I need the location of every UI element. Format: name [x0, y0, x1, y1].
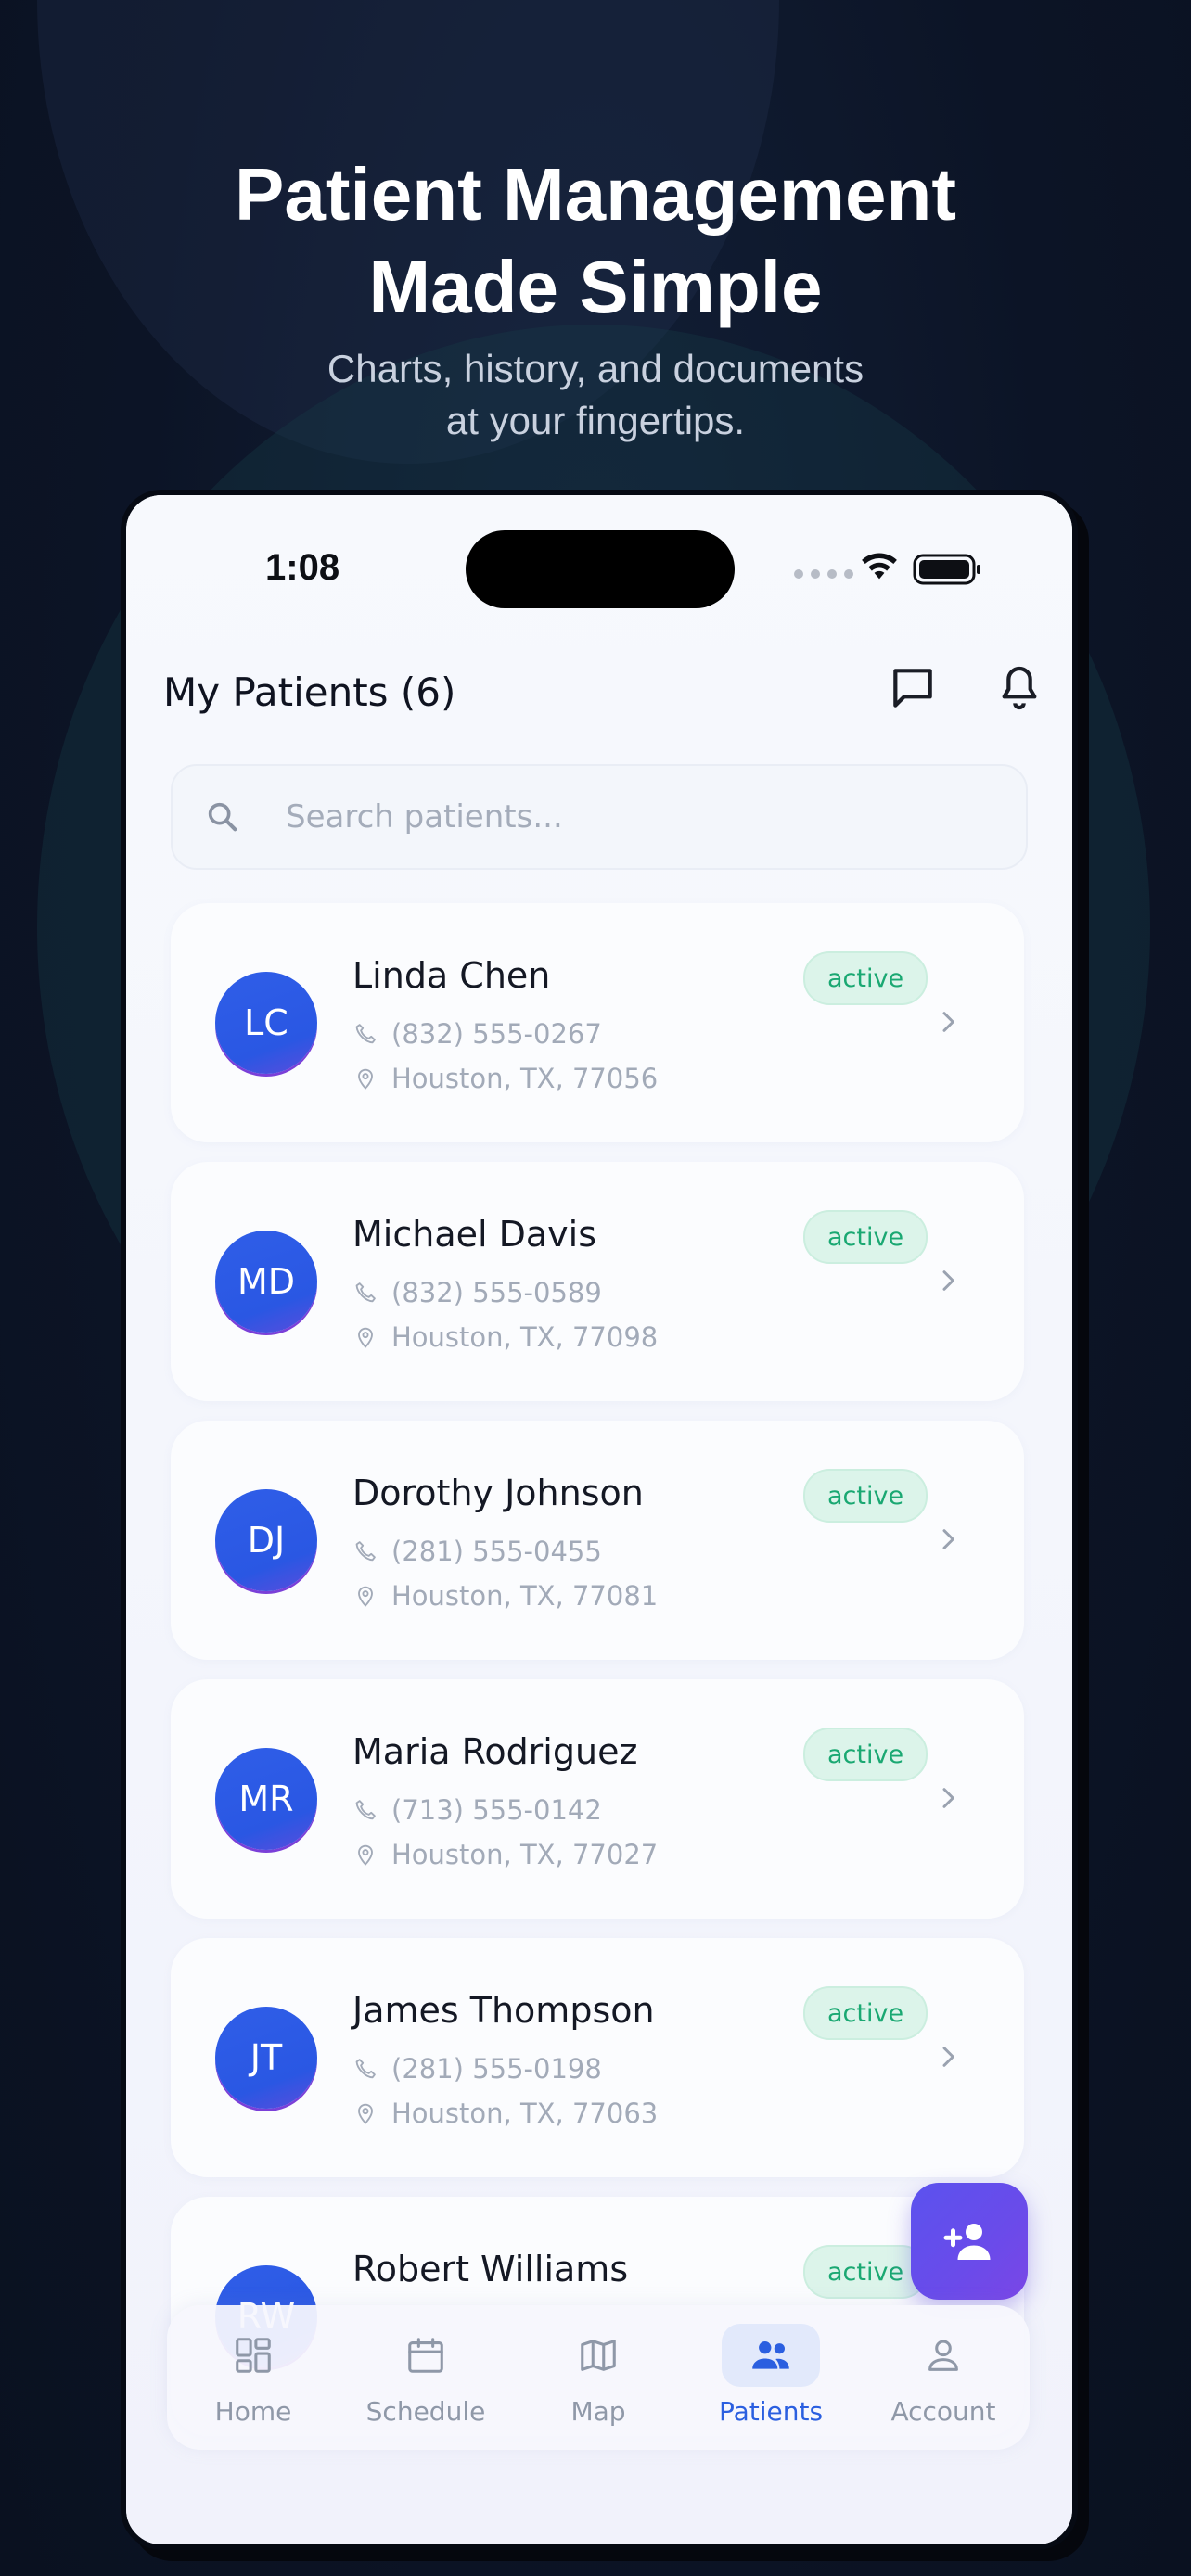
cellular-signal-icon: [794, 569, 853, 579]
search-bar[interactable]: [171, 764, 1028, 870]
phone-frame: 1:08 My Patients (6) LC Linda Chen (832)…: [121, 490, 1078, 2550]
tab-schedule[interactable]: Schedule: [339, 2305, 512, 2450]
status-badge: active: [803, 951, 928, 1005]
location-pin-icon: [358, 1068, 373, 1090]
patient-address-text: Houston, TX, 77081: [391, 1580, 659, 1612]
patient-card[interactable]: LC Linda Chen (832) 555-0267 Houston, TX…: [171, 903, 1024, 1142]
hero-title-line-2: Made Simple: [368, 246, 823, 328]
chevron-right-icon: [942, 1788, 954, 1808]
location-pin-icon: [358, 1327, 373, 1348]
patient-address: Houston, TX, 77081: [352, 1580, 658, 1612]
patient-phone-text: (281) 555-0198: [391, 2053, 602, 2085]
patient-avatar: MD: [215, 1231, 317, 1333]
patient-address: Houston, TX, 77063: [352, 2098, 658, 2129]
person-icon: [928, 2340, 958, 2371]
tab-home[interactable]: Home: [167, 2305, 339, 2450]
search-icon: [208, 802, 237, 832]
patient-address: Houston, TX, 77027: [352, 1839, 658, 1870]
patient-phone-text: (281) 555-0455: [391, 1536, 602, 1567]
dynamic-island: [466, 530, 735, 608]
phone-icon: [355, 1024, 376, 1044]
hero-title: Patient Management Made Simple: [0, 148, 1191, 334]
status-badge: active: [803, 2245, 928, 2299]
patient-card[interactable]: DJ Dorothy Johnson (281) 555-0455 Housto…: [171, 1421, 1024, 1660]
patient-phone: (713) 555-0142: [352, 1794, 602, 1826]
patient-name: Dorothy Johnson: [352, 1473, 644, 1513]
patient-name: Robert Williams: [352, 2249, 629, 2289]
patient-card[interactable]: MD Michael Davis (832) 555-0589 Houston,…: [171, 1162, 1024, 1401]
patient-phone-text: (832) 555-0589: [391, 1277, 602, 1308]
patient-address-text: Houston, TX, 77098: [391, 1321, 659, 1353]
person-add-icon: [943, 2224, 991, 2260]
patient-name: Maria Rodriguez: [352, 1731, 638, 1772]
phone-icon: [355, 1800, 376, 1820]
chevron-right-icon: [942, 1270, 954, 1291]
phone-icon: [355, 1282, 376, 1303]
chevron-right-icon: [942, 1012, 954, 1032]
patient-avatar: JT: [215, 2007, 317, 2109]
patient-avatar: LC: [215, 972, 317, 1074]
patient-address-text: Houston, TX, 77063: [391, 2098, 659, 2129]
status-badge: active: [803, 1986, 928, 2040]
patient-name: Linda Chen: [352, 955, 551, 996]
people-icon: [752, 2341, 789, 2369]
patient-phone: (832) 555-0267: [352, 1018, 602, 1050]
wifi-icon: [862, 553, 897, 580]
phone-icon: [355, 2059, 376, 2079]
calendar-icon: [408, 2338, 443, 2373]
search-input[interactable]: [284, 797, 937, 836]
hero-subtitle-line-1: Charts, history, and documents: [327, 347, 864, 390]
location-pin-icon: [358, 1844, 373, 1866]
status-badge: active: [803, 1728, 928, 1781]
dashboard-icon: [236, 2338, 271, 2373]
tab-account-label: Account: [890, 2396, 996, 2427]
patient-address-text: Houston, TX, 77027: [391, 1839, 659, 1870]
patient-address: Houston, TX, 77056: [352, 1063, 658, 1094]
patient-card[interactable]: MR Maria Rodriguez (713) 555-0142 Housto…: [171, 1679, 1024, 1919]
hero-title-line-1: Patient Management: [235, 153, 956, 236]
notifications-bell-icon[interactable]: [993, 662, 1045, 714]
patient-phone-text: (713) 555-0142: [391, 1794, 602, 1826]
map-icon: [581, 2340, 616, 2371]
chat-icon[interactable]: [887, 662, 939, 714]
patient-avatar: MR: [215, 1748, 317, 1850]
patient-phone-text: (832) 555-0267: [391, 1018, 602, 1050]
hero-subtitle-line-2: at your fingertips.: [445, 399, 746, 442]
status-time: 1:08: [265, 547, 340, 588]
tab-patients[interactable]: Patients: [685, 2305, 857, 2450]
page-title: My Patients (6): [163, 670, 456, 715]
tab-map[interactable]: Map: [512, 2305, 685, 2450]
patient-address-text: Houston, TX, 77056: [391, 1063, 659, 1094]
tab-patients-label: Patients: [718, 2396, 824, 2427]
patient-address: Houston, TX, 77098: [352, 1321, 658, 1353]
add-patient-button[interactable]: [911, 2183, 1028, 2300]
status-badge: active: [803, 1469, 928, 1523]
status-badge: active: [803, 1210, 928, 1264]
tab-schedule-label: Schedule: [365, 2396, 486, 2427]
tab-map-label: Map: [570, 2396, 626, 2427]
location-pin-icon: [358, 1586, 373, 1607]
location-pin-icon: [358, 2103, 373, 2124]
battery-icon: [913, 554, 980, 585]
hero-subtitle: Charts, history, and documents at your f…: [0, 343, 1191, 447]
patient-phone: (832) 555-0589: [352, 1277, 602, 1308]
chevron-right-icon: [942, 1529, 954, 1549]
tab-home-label: Home: [214, 2396, 292, 2427]
patient-phone: (281) 555-0455: [352, 1536, 602, 1567]
bottom-tab-bar: Home Schedule Map Patients Account: [167, 2305, 1030, 2450]
chevron-right-icon: [942, 2047, 954, 2067]
phone-icon: [355, 1541, 376, 1562]
patient-avatar: DJ: [215, 1489, 317, 1591]
patient-name: James Thompson: [352, 1990, 655, 2031]
patient-name: Michael Davis: [352, 1214, 597, 1255]
patient-phone: (281) 555-0198: [352, 2053, 602, 2085]
tab-account[interactable]: Account: [857, 2305, 1030, 2450]
patient-card[interactable]: JT James Thompson (281) 555-0198 Houston…: [171, 1938, 1024, 2177]
